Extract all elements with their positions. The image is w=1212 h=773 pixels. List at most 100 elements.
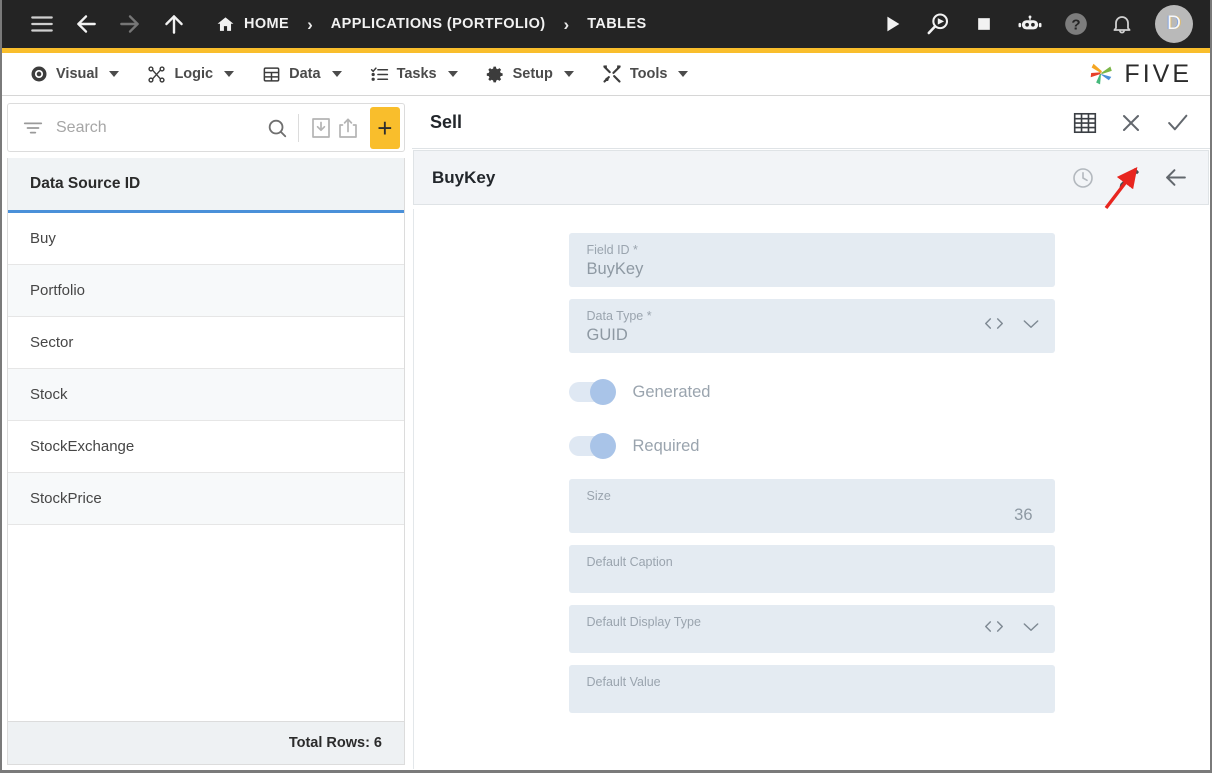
stop-icon[interactable] (967, 7, 1001, 41)
chevron-down-icon[interactable] (1021, 317, 1041, 336)
back-arrow-icon[interactable] (1160, 163, 1190, 193)
table-row[interactable]: StockExchange (8, 421, 404, 473)
chevron-down-icon (109, 71, 120, 77)
close-icon[interactable] (1116, 108, 1146, 138)
app-window: HOME › APPLICATIONS (PORTFOLIO) › TABLES (0, 0, 1212, 773)
filter-icon[interactable] (8, 117, 56, 139)
debug-icon[interactable] (921, 7, 955, 41)
menu-label: Setup (512, 66, 553, 82)
field-label: Default Display Type (586, 615, 701, 629)
table-row[interactable]: Buy (8, 213, 404, 265)
generated-toggle-row: Generated (568, 365, 1055, 419)
code-brackets-icon[interactable] (983, 619, 1005, 640)
detail-header-actions (1070, 108, 1192, 138)
chevron-down-icon (331, 71, 342, 77)
field-adornments (983, 619, 1041, 640)
arrow-right-icon[interactable] (108, 2, 152, 46)
data-source-grid: Data Source ID Buy Portfolio Sector Stoc… (7, 158, 405, 722)
field-label: Data Type * (586, 309, 652, 323)
logic-nodes-icon (147, 65, 166, 84)
chevron-down-icon[interactable] (1021, 620, 1041, 639)
table-row[interactable]: Stock (8, 369, 404, 421)
import-icon[interactable] (307, 109, 334, 147)
menu-logic[interactable]: Logic (133, 59, 248, 90)
add-table-button[interactable]: + (369, 106, 400, 149)
code-brackets-icon[interactable] (983, 316, 1005, 337)
menu-tools[interactable]: Tools (588, 58, 703, 90)
run-icon[interactable] (875, 7, 909, 41)
field-subheader: BuyKey (413, 150, 1209, 205)
bot-icon[interactable] (1013, 7, 1047, 41)
toggle-knob (589, 433, 616, 459)
menu-tasks[interactable]: Tasks (356, 59, 472, 90)
total-rows-status: Total Rows: 6 (7, 721, 405, 765)
chevron-down-icon (678, 71, 689, 77)
svg-text:?: ? (1071, 16, 1080, 33)
size-input[interactable]: Size 36 (568, 479, 1055, 533)
table-row[interactable]: Portfolio (8, 265, 404, 317)
checklist-icon (370, 65, 389, 84)
search-icon[interactable] (263, 109, 290, 147)
search-toolbar: + (7, 103, 405, 152)
breadcrumb-label: APPLICATIONS (PORTFOLIO) (330, 16, 546, 32)
generated-toggle[interactable] (568, 379, 616, 405)
field-value: GUID (586, 326, 628, 345)
table-row[interactable]: StockPrice (8, 473, 404, 525)
bell-icon[interactable] (1105, 7, 1139, 41)
breadcrumb-separator: › (563, 14, 570, 34)
hamburger-menu-icon[interactable] (20, 2, 64, 46)
table-row[interactable]: Sector (8, 317, 404, 369)
menu-setup[interactable]: Setup (472, 59, 588, 90)
default-value-input[interactable]: Default Value (568, 665, 1055, 713)
field-subheader-actions (1068, 163, 1190, 193)
data-type-select[interactable]: Data Type * GUID (568, 299, 1055, 353)
field-title: BuyKey (432, 167, 496, 187)
brand-logo: FIVE (1086, 59, 1192, 89)
toggle-label: Generated (632, 382, 711, 401)
eye-icon (30, 65, 48, 83)
tables-list-panel: + Data Source ID Buy Portfolio Sector St… (2, 97, 410, 770)
page-title: Sell (430, 112, 463, 132)
five-pinwheel-icon (1086, 59, 1116, 89)
row-label: Buy (30, 230, 56, 247)
row-label: Stock (30, 386, 68, 403)
edit-pencil-icon[interactable] (1114, 163, 1144, 193)
field-form: Field ID * BuyKey Data Type * GUID Gener… (413, 209, 1209, 769)
field-label: Default Value (586, 675, 661, 689)
history-clock-icon[interactable] (1068, 163, 1098, 193)
default-display-type-select[interactable]: Default Display Type (568, 605, 1055, 653)
breadcrumb-item-home[interactable]: HOME (212, 15, 293, 34)
field-id-input[interactable]: Field ID * BuyKey (568, 233, 1055, 287)
default-caption-input[interactable]: Default Caption (568, 545, 1055, 593)
toolbar-divider (298, 113, 300, 142)
search-input[interactable] (56, 118, 263, 137)
top-navigation-bar: HOME › APPLICATIONS (PORTFOLIO) › TABLES (2, 0, 1210, 48)
breadcrumb-item-tables[interactable]: TABLES (583, 16, 650, 32)
top-right-controls: ? D (875, 5, 1210, 43)
table-view-icon[interactable] (1070, 108, 1100, 138)
menu-visual[interactable]: Visual (16, 59, 133, 89)
grid-column-header[interactable]: Data Source ID (8, 158, 404, 213)
user-avatar[interactable]: D (1155, 5, 1193, 43)
menu-label: Tools (629, 66, 668, 82)
application-menu-bar: Visual Logic Data Tasks Setup Tools FIVE (2, 53, 1210, 96)
table-grid-icon (262, 65, 281, 84)
detail-panel: Sell BuyKey Field ID * BuyKey Data Type … (412, 97, 1210, 770)
field-value: BuyKey (586, 260, 644, 279)
arrow-left-icon[interactable] (64, 2, 108, 46)
arrow-up-icon[interactable] (152, 2, 196, 46)
home-icon (216, 15, 235, 34)
required-toggle[interactable] (568, 433, 616, 459)
field-adornments (983, 316, 1041, 337)
confirm-check-icon[interactable] (1162, 108, 1192, 138)
export-icon[interactable] (334, 109, 361, 147)
field-label: Size (586, 489, 611, 503)
top-left-controls: HOME › APPLICATIONS (PORTFOLIO) › TABLES (2, 2, 651, 46)
help-icon[interactable]: ? (1059, 7, 1093, 41)
chevron-down-icon (563, 71, 574, 77)
menu-data[interactable]: Data (248, 59, 355, 90)
row-label: Portfolio (30, 282, 86, 299)
field-label: Default Caption (586, 555, 673, 569)
breadcrumb-item-applications[interactable]: APPLICATIONS (PORTFOLIO) (327, 16, 550, 32)
brand-text: FIVE (1124, 59, 1192, 88)
